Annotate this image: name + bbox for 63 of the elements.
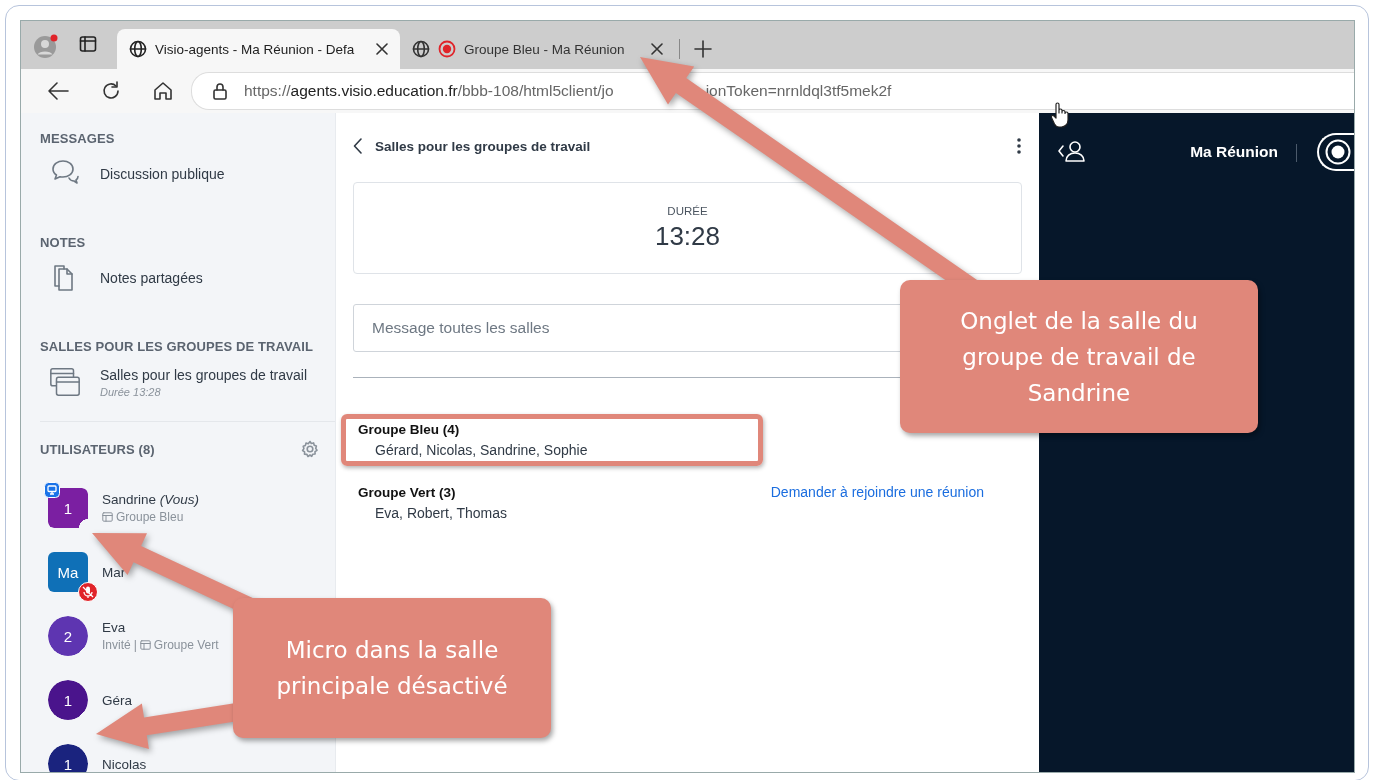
record-button[interactable] [1317,133,1354,171]
user-name[interactable]: Mar [102,564,126,580]
sidebar-item[interactable]: Notes partagées [100,270,203,286]
user-role: Invité [102,638,131,652]
join-room-link[interactable]: Demander à rejoindre une réunion [770,484,984,500]
url-text: /bbb-108/html5client/jo [457,82,614,100]
sidebar-toggle-icon [79,35,97,53]
browser-tab[interactable]: Visio-agents - Ma Réunion - Defa [117,29,400,69]
close-icon [376,43,388,55]
duration-value: 13:28 [654,220,721,252]
close-icon [651,43,663,55]
user-avatar: 1 [48,744,88,772]
section-heading: UTILISATEURS (8) [40,441,155,457]
plus-icon [694,40,712,58]
globe-icon [412,40,430,58]
meeting-title: Ma Réunion [1190,143,1278,161]
lock-icon [212,82,228,100]
room-members: Eva, Robert, Thomas [375,505,509,521]
chevron-left-icon [353,138,363,154]
room-name: Groupe Bleu (4) [358,422,460,437]
sidebar-item-subtitle: Durée 13:28 [100,385,161,398]
callout-text: Micro dans la salle principale désactivé [275,636,509,701]
user-avatar: 1 [48,488,88,528]
user-room: Groupe Vert [153,638,219,652]
url-text: agents.visio.education.fr [290,82,458,100]
reload-icon [101,81,121,101]
panel-title: Salles pour les groupes de travail [375,138,592,154]
room-members: Gérard, Nicolas, Sandrine, Sophie [375,442,589,458]
url-text: ionToken=nrnldql3tf5mek2f [705,82,892,100]
sidebar-item[interactable]: Discussion publique [100,166,225,182]
user-name[interactable]: Nicolas [102,756,147,772]
user-avatar: 1 [48,680,88,720]
back-arrow-icon [47,81,69,101]
section-heading: MESSAGES [40,131,116,146]
browser-tab[interactable]: Groupe Bleu - Ma Réunion [400,29,675,69]
section-heading: SALLES POUR LES GROUPES DE TRAVAIL [40,339,315,354]
url-text: https:// [244,82,291,100]
room-icon [139,640,151,650]
home-icon [153,81,173,101]
address-field[interactable]: https://agents.visio.education.fr/bbb-108/html5client/jo ionToken=nrnldql3tf5mek2f [191,72,1354,110]
section-heading: NOTES [40,235,87,250]
user-list-toggle-icon [1057,139,1087,163]
room-name: Groupe Vert (3) [358,485,456,500]
more-options-button[interactable] [1016,137,1022,155]
user-name[interactable]: Géra [102,692,132,708]
separator-text: | [133,638,137,652]
room-icon [102,512,113,522]
settings-button[interactable] [301,440,319,458]
more-vertical-icon [1016,137,1022,155]
breakout-rooms-icon [48,365,82,399]
user-avatar: Ma [48,552,88,592]
record-icon [1325,139,1351,165]
user-name[interactable]: Eva [102,620,126,635]
profile-icon[interactable] [33,33,59,59]
user-name[interactable]: Sandrine (Vous) [102,492,200,507]
back-button[interactable] [353,138,363,154]
settings-icon [301,440,319,458]
user-room: Groupe Bleu [116,510,184,524]
user-list-toggle-button[interactable] [1057,139,1087,163]
globe-icon [129,40,147,58]
user-avatar: 2 [48,616,88,656]
duration-label: DURÉE [667,204,708,217]
sidebar-item[interactable]: Salles pour les groupes de travail [100,366,307,383]
